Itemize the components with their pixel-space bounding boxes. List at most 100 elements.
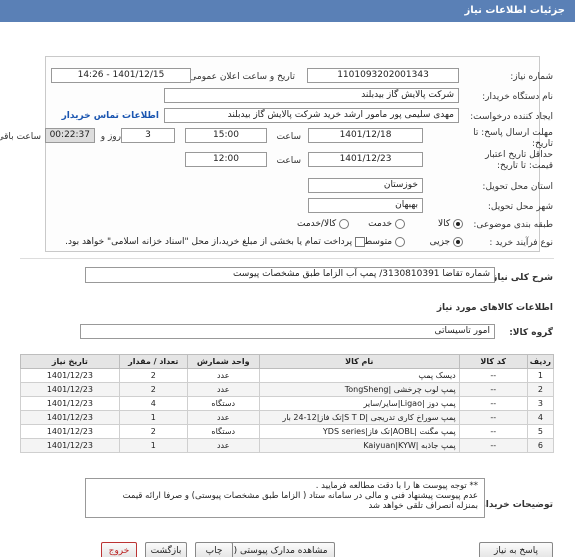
buyer-org-field: شرکت پالایش گاز بیدبلند (165, 88, 460, 103)
need-number-field: 1101093202001343 (308, 68, 460, 83)
category-label: طبقه بندی موضوعی: (474, 220, 554, 230)
remaining-time-label: ساعت باقی مانده (0, 132, 42, 142)
announce-date-field: 1401/12/15 - 14:26 (52, 68, 192, 83)
print-button[interactable]: چاپ (196, 542, 234, 557)
page-title: جزئیات اطلاعات نیاز (465, 5, 566, 16)
checkbox-icon (356, 237, 366, 247)
note-line: بمنزله انصراف تلقی خواهد شد (369, 501, 479, 511)
table-cell: 1 (119, 410, 189, 425)
goods-section-title: اطلاعات کالاهای مورد نیاز (437, 303, 554, 313)
buyer-contact-link[interactable]: اطلاعات تماس خریدار (63, 111, 160, 121)
table-cell: 4 (119, 396, 189, 411)
table-cell: 1401/12/23 (21, 424, 121, 439)
table-cell: -- (459, 438, 529, 453)
table-cell: پمپ جاذبه |Kaiyuan|KYW (259, 438, 461, 453)
view-attachments-button[interactable]: مشاهده مدارک پیوستی (2) (218, 542, 336, 557)
process-option-medium[interactable]: متوسط (365, 237, 406, 248)
days-remaining-field: 3 (122, 128, 176, 143)
days-label: روز و (101, 132, 122, 142)
table-cell: عدد (187, 410, 261, 425)
reply-button[interactable]: پاسخ به نیاز (480, 542, 554, 557)
table-row: 4 -- پمپ سوراخ کاری تدریجی |S T D|تک فاز|1… (21, 410, 556, 425)
validity-time-field: 12:00 (186, 152, 268, 167)
table-cell: 1 (527, 368, 556, 383)
table-cell: 1401/12/23 (21, 396, 121, 411)
table-cell: 1401/12/23 (21, 368, 121, 383)
process-option-minor[interactable]: جزیی (431, 237, 464, 248)
goods-table: ردیف کد کالا نام کالا واحد شمارش تعداد /… (21, 354, 556, 453)
table-row: 2 -- پمپ لوب چرخشی |TongSheng عدد 2 1401/12/2… (21, 382, 556, 397)
city-field: بهبهان (309, 198, 424, 213)
goods-group-field: امور تاسیساتی (81, 324, 496, 339)
table-cell: -- (459, 368, 529, 383)
buyer-notes-label: توضیحات خریدار: (478, 500, 554, 510)
table-row: 6 -- پمپ جاذبه |Kaiyuan|KYW عدد 1 1401/12/23 (21, 438, 556, 453)
radio-selected-icon (454, 237, 464, 247)
note-line: ** توجه پیوست ها را با دقت مطالعه فرمایی… (316, 481, 479, 491)
province-field: خوزستان (309, 178, 424, 193)
validity-date-field: 1401/12/23 (309, 152, 424, 167)
table-cell: 3 (527, 396, 556, 411)
table-row: 1 -- دیسک پمپ عدد 2 1401/12/23 (21, 368, 556, 383)
divider (21, 258, 555, 259)
column-header: تاریخ نیاز (21, 354, 121, 369)
table-cell: 2 (119, 424, 189, 439)
deadline-label: مهلت ارسال پاسخ: تا تاریخ: (474, 128, 554, 149)
table-cell: 2 (119, 368, 189, 383)
summary-label: شرح کلی نیاز: (489, 273, 554, 283)
column-header: کد کالا (459, 354, 529, 369)
table-cell: 4 (527, 410, 556, 425)
table-cell: -- (459, 424, 529, 439)
table-cell: پمپ لوب چرخشی |TongSheng (259, 382, 461, 397)
deadline-date-field: 1401/12/18 (309, 128, 424, 143)
radio-icon (396, 237, 406, 247)
table-cell: دیسک پمپ (259, 368, 461, 383)
validity-label: حداقل تاریخ اعتبار قیمت: تا تاریخ: (486, 150, 554, 171)
category-option-goods[interactable]: کالا (439, 219, 464, 230)
table-cell: پمپ سوراخ کاری تدریجی |S T D|تک فاز|12-2… (259, 410, 461, 425)
page-title-bar: جزئیات اطلاعات نیاز (0, 0, 576, 22)
announce-date-label: تاریخ و ساعت اعلان عمومی: (187, 72, 296, 82)
table-cell: -- (459, 410, 529, 425)
radio-selected-icon (454, 219, 464, 229)
treasury-payment-checkbox[interactable]: پرداخت تمام یا بخشی از مبلغ خرید،از محل … (66, 237, 366, 248)
category-option-service[interactable]: خدمت (369, 219, 406, 230)
creator-field: مهدی سلیمی پور مامور ارشد خرید شرکت پالا… (165, 108, 460, 123)
summary-field: شماره تقاضا 3130810391/ پمپ آب الزاما طب… (86, 267, 496, 283)
category-option-goods-service[interactable]: کالا/خدمت (298, 219, 350, 230)
need-number-label: شماره نیاز: (511, 72, 554, 82)
table-cell: عدد (187, 368, 261, 383)
table-cell: عدد (187, 382, 261, 397)
table-cell: پمپ دوز |Ligao|سایر/سایر (259, 396, 461, 411)
validity-time-label: ساعت (277, 156, 303, 166)
column-header: واحد شمارش (187, 354, 261, 369)
city-label: شهر محل تحویل: (488, 202, 554, 212)
process-type-label: نوع فرآیند خرید : (490, 238, 554, 248)
table-cell: 6 (527, 438, 556, 453)
table-cell: پمپ مگنت |AOBL|تک فاز|YDS series (259, 424, 461, 439)
table-cell: دستگاه (187, 424, 261, 439)
remaining-time-field: 00:22:37 (46, 128, 96, 143)
goods-group-label: گروه کالا: (510, 328, 554, 338)
table-cell: 2 (119, 382, 189, 397)
creator-label: ایجاد کننده درخواست: (471, 112, 554, 122)
radio-icon (340, 219, 350, 229)
table-cell: 1 (119, 438, 189, 453)
buyer-notes-box: ** توجه پیوست ها را با دقت مطالعه فرمایی… (86, 478, 486, 518)
table-cell: 1401/12/23 (21, 438, 121, 453)
table-cell: 5 (527, 424, 556, 439)
table-header-row: ردیف کد کالا نام کالا واحد شمارش تعداد /… (21, 354, 556, 369)
table-cell: 1401/12/23 (21, 382, 121, 397)
table-cell: -- (459, 382, 529, 397)
province-label: استان محل تحویل: (483, 182, 554, 192)
radio-icon (396, 219, 406, 229)
column-header: نام کالا (259, 354, 461, 369)
back-button[interactable]: بازگشت (146, 542, 188, 557)
table-cell: دستگاه (187, 396, 261, 411)
column-header: تعداد / مقدار (119, 354, 189, 369)
table-cell: عدد (187, 438, 261, 453)
buyer-org-label: نام دستگاه خریدار: (483, 92, 554, 102)
table-cell: 1401/12/23 (21, 410, 121, 425)
exit-button[interactable]: خروج (102, 542, 138, 557)
table-cell: -- (459, 396, 529, 411)
